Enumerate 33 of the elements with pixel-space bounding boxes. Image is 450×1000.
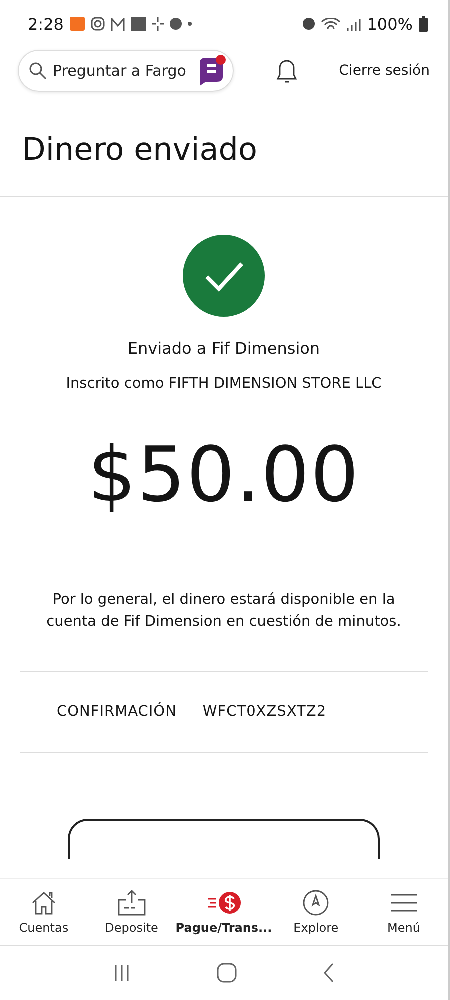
dot-icon bbox=[188, 22, 192, 26]
amount-text: $50.00 bbox=[88, 430, 360, 519]
battery-percent: 100% bbox=[367, 14, 413, 34]
home-icon[interactable] bbox=[217, 963, 237, 983]
confirmation-code: WFCT0XZSXTZ2 bbox=[202, 704, 327, 720]
wifi-icon bbox=[321, 18, 342, 30]
camera-notification-icon bbox=[90, 17, 105, 31]
logout-link[interactable]: Cierre sesión bbox=[339, 63, 430, 79]
mail-notification-icon bbox=[110, 18, 125, 30]
search-icon bbox=[29, 62, 47, 80]
chat-logo-icon bbox=[197, 55, 227, 87]
clock-time: 2:28 bbox=[28, 14, 64, 34]
square-notification-icon bbox=[130, 17, 146, 31]
app-notification-icon bbox=[70, 17, 85, 31]
deposit-icon bbox=[116, 888, 147, 916]
page-title: Dinero enviado bbox=[22, 132, 258, 170]
nav-tab[interactable]: Explore bbox=[272, 888, 360, 936]
battery-icon bbox=[419, 16, 428, 32]
nav-tab[interactable]: Pague/Trans... bbox=[176, 888, 272, 936]
enrolled-text: Inscrito como FIFTH DIMENSION STORE LLC bbox=[66, 376, 382, 392]
nav-tab[interactable]: Menú bbox=[360, 888, 448, 936]
recent-apps-icon[interactable] bbox=[113, 964, 131, 982]
recipient-text: Enviado a Fif Dimension bbox=[128, 339, 320, 358]
checkmark-icon bbox=[183, 235, 265, 317]
search-field[interactable]: Preguntar a Fargo bbox=[18, 50, 234, 92]
confirmation-label: CONFIRMACIÓN bbox=[57, 704, 177, 720]
compass-icon bbox=[302, 888, 330, 916]
back-icon[interactable] bbox=[323, 963, 335, 983]
spark-notification-icon bbox=[152, 17, 164, 31]
nav-tab[interactable]: Cuentas bbox=[0, 888, 88, 936]
signal-icon bbox=[347, 18, 362, 30]
nav-tab[interactable]: Deposite bbox=[88, 888, 176, 936]
availability-note: Por lo general, el dinero estará disponible en la cuenta de Fif Dimension en cuestión de minutos. bbox=[46, 591, 402, 632]
